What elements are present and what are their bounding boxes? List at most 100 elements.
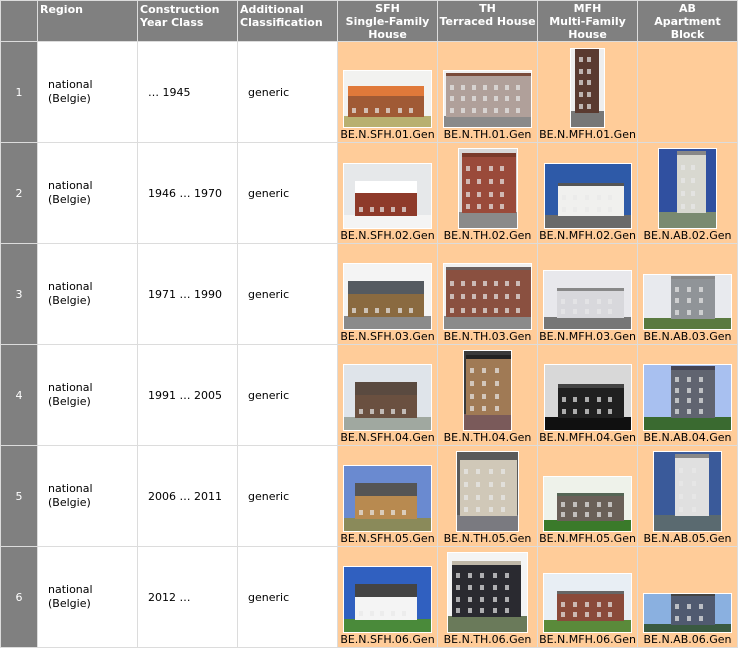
photo-building <box>348 293 425 317</box>
building-photo[interactable] <box>343 263 432 330</box>
photo-window <box>402 610 407 616</box>
image-cell-th: BE.N.TH.05.Gen <box>437 445 538 547</box>
photo-roof <box>670 275 716 279</box>
photo-window <box>468 573 473 579</box>
photo-window <box>505 96 510 102</box>
photo-window <box>358 207 363 213</box>
building-photo[interactable] <box>658 148 717 229</box>
photo-window <box>586 103 591 109</box>
photo-window <box>492 608 497 614</box>
building-photo[interactable] <box>543 163 632 229</box>
photo-window <box>584 298 589 304</box>
building-photo[interactable] <box>543 573 632 633</box>
photo-window <box>480 573 485 579</box>
building-photo[interactable] <box>343 364 432 431</box>
building-photo[interactable] <box>643 593 732 633</box>
photo-window <box>456 608 461 614</box>
photo-window <box>686 398 691 404</box>
building-photo[interactable] <box>643 274 732 330</box>
photo-window <box>482 107 487 113</box>
building-photo[interactable] <box>443 70 532 128</box>
photo-window <box>608 511 613 517</box>
photo-window <box>488 191 493 197</box>
building-photo[interactable] <box>447 552 528 633</box>
photo-window <box>460 96 465 102</box>
building-photo[interactable] <box>643 364 732 431</box>
photo-window <box>375 307 379 313</box>
building-photo[interactable] <box>456 451 519 532</box>
image-cell-th: BE.N.TH.03.Gen <box>437 243 538 345</box>
photo-window <box>476 507 481 513</box>
region-name: national <box>48 78 93 91</box>
image-cell-mfh: BE.N.MFH.05.Gen <box>537 445 638 547</box>
photo-window <box>471 307 476 313</box>
building-photo[interactable] <box>543 364 632 431</box>
building-photo[interactable] <box>343 70 432 128</box>
photo-ground <box>344 115 431 127</box>
photo-window <box>561 408 566 414</box>
additional-classification: generic <box>237 445 338 547</box>
photo-window <box>468 608 473 614</box>
photo-window <box>465 204 470 210</box>
photo-ground <box>344 417 431 430</box>
building-photo[interactable] <box>570 48 605 128</box>
photo-window <box>596 396 601 402</box>
building-photo[interactable] <box>543 270 632 330</box>
building-photo[interactable] <box>463 350 512 431</box>
photo-ground <box>544 620 631 632</box>
photo-window <box>608 612 613 618</box>
photo-window <box>561 298 566 304</box>
photo-window <box>691 494 696 500</box>
type-code: SFH <box>375 2 400 15</box>
building-code-label: BE.N.MFH.02.Gen <box>539 229 636 242</box>
photo-ground <box>344 316 431 329</box>
type-code: AB <box>679 2 696 15</box>
photo-window <box>482 84 487 90</box>
row-index: 6 <box>0 546 38 648</box>
photo-roof <box>670 594 716 596</box>
photo-ground <box>464 414 511 430</box>
photo-roof <box>557 288 625 292</box>
photo-window <box>482 381 487 387</box>
building-photo[interactable] <box>653 451 722 532</box>
photo-building <box>452 564 521 618</box>
building-photo[interactable] <box>443 263 532 330</box>
building-photo[interactable] <box>457 148 518 229</box>
photo-ground <box>544 215 631 228</box>
photo-window <box>494 368 499 374</box>
photo-window <box>468 585 473 591</box>
photo-window <box>449 307 454 313</box>
region-country: (Belgie) <box>48 92 91 105</box>
photo-window <box>477 191 481 197</box>
region-country: (Belgie) <box>48 597 91 610</box>
photo-window <box>573 298 578 304</box>
table-row: 1 national (Belgie)… 1945 generic BE.N.SFH.0… <box>0 41 738 143</box>
image-cell-sfh: BE.N.SFH.01.Gen <box>337 41 438 143</box>
photo-window <box>573 511 578 517</box>
photo-window <box>674 309 679 315</box>
image-cell-mfh: BE.N.MFH.02.Gen <box>537 142 638 244</box>
region-name: national <box>48 280 93 293</box>
image-cell-th: BE.N.TH.01.Gen <box>437 41 538 143</box>
building-photo[interactable] <box>343 163 432 229</box>
construction-year-class: 2006 … 2011 <box>137 445 238 547</box>
photo-window <box>674 615 679 621</box>
photo-window <box>596 612 601 618</box>
photo-window <box>456 573 461 579</box>
image-cell-mfh: BE.N.MFH.06.Gen <box>537 546 638 648</box>
photo-window <box>482 294 487 300</box>
photo-building <box>557 291 625 319</box>
header-type-sfh: SFH Single-Family House <box>337 0 438 42</box>
photo-window <box>391 207 396 213</box>
photo-window <box>470 368 475 374</box>
photo-window <box>402 207 407 213</box>
building-photo[interactable] <box>543 476 632 532</box>
photo-window <box>460 307 465 313</box>
photo-window <box>699 615 704 621</box>
photo-ground <box>344 215 431 228</box>
building-photo[interactable] <box>343 465 432 532</box>
photo-roof <box>674 454 710 459</box>
photo-window <box>561 195 566 201</box>
photo-window <box>470 393 475 399</box>
building-photo[interactable] <box>343 566 432 633</box>
